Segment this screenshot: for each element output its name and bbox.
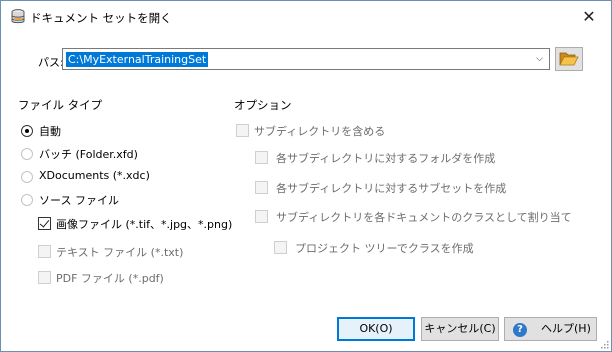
- help-button[interactable]: ? ヘルプ(H): [504, 317, 597, 341]
- radio-auto-label[interactable]: 自動: [39, 123, 61, 139]
- folder-per-subdir-label[interactable]: 各サブディレクトリに対するフォルダを作成: [276, 150, 495, 166]
- browse-folder-button[interactable]: [555, 47, 583, 71]
- include-subdirs-label[interactable]: サブディレクトリを含める: [254, 123, 385, 139]
- radio-source-files[interactable]: [21, 194, 33, 206]
- checkbox-class-in-project-tree[interactable]: [274, 241, 287, 254]
- checkbox-subdir-as-class[interactable]: [255, 210, 268, 223]
- radio-source-files-label[interactable]: ソース ファイル: [39, 192, 119, 208]
- radio-batch[interactable]: [21, 148, 33, 160]
- radio-auto[interactable]: [21, 125, 33, 137]
- database-icon: [11, 9, 25, 24]
- cancel-button[interactable]: キャンセル(C): [421, 317, 499, 341]
- title-bar: ドキュメント セットを開く ✕: [1, 1, 611, 33]
- checkbox-text-files-label[interactable]: テキスト ファイル (*.txt): [56, 244, 183, 260]
- subdir-as-class-label[interactable]: サブディレクトリを各ドキュメントのクラスとして割り当て: [276, 209, 572, 225]
- checkbox-pdf-files[interactable]: [38, 271, 51, 284]
- window-title: ドキュメント セットを開く: [30, 11, 172, 25]
- open-document-set-dialog: ドキュメント セットを開く ✕ パス: C:\MyExternalTrainin…: [0, 0, 612, 352]
- radio-batch-label[interactable]: バッチ (Folder.xfd): [39, 146, 138, 162]
- path-combobox[interactable]: C:\MyExternalTrainingSet ⌵: [62, 48, 550, 70]
- checkbox-pdf-files-label[interactable]: PDF ファイル (*.pdf): [56, 270, 164, 286]
- resize-grip-icon[interactable]: [599, 339, 609, 349]
- radio-xdocuments-label[interactable]: XDocuments (*.xdc): [39, 169, 150, 182]
- checkbox-include-subdirs[interactable]: [236, 124, 249, 137]
- checkbox-folder-per-subdir[interactable]: [255, 151, 268, 164]
- checkbox-image-files-label[interactable]: 画像ファイル (*.tif、*.jpg、*.png): [56, 216, 232, 232]
- close-button[interactable]: ✕: [573, 5, 605, 29]
- file-type-heading: ファイル タイプ: [18, 98, 103, 112]
- help-icon: ?: [513, 323, 527, 337]
- path-value[interactable]: C:\MyExternalTrainingSet: [66, 52, 209, 67]
- checkbox-subset-per-subdir[interactable]: [255, 181, 268, 194]
- subset-per-subdir-label[interactable]: 各サブディレクトリに対するサブセットを作成: [276, 180, 506, 196]
- help-button-label: ヘルプ(H): [541, 322, 591, 335]
- ok-button[interactable]: OK(O): [337, 317, 415, 341]
- radio-xdocuments[interactable]: [21, 171, 33, 183]
- options-heading: オプション: [234, 98, 292, 112]
- path-label: パス:: [38, 56, 64, 69]
- checkbox-text-files[interactable]: [38, 245, 51, 258]
- chevron-down-icon[interactable]: ⌵: [531, 50, 548, 68]
- class-in-project-tree-label[interactable]: プロジェクト ツリーでクラスを作成: [295, 240, 474, 256]
- open-folder-icon: [559, 52, 579, 66]
- checkbox-image-files[interactable]: [38, 217, 51, 230]
